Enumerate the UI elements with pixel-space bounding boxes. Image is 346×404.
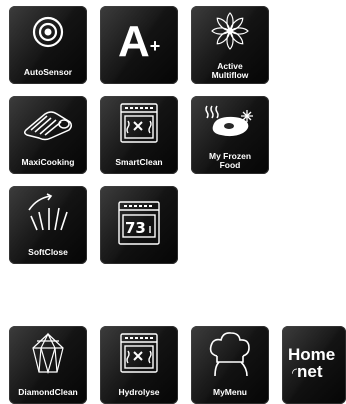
maxicooking-tile: MaxiCooking [9,96,87,174]
feature-label: MaxiCooking [21,157,75,167]
smartclean-tile: SmartClean [100,96,178,174]
energy-class-tile: A+ [100,6,178,84]
feature-label: Active Multiflow [193,62,267,80]
homenet-tile: Home ◜net [282,326,346,404]
feature-label: SoftClose [28,247,68,257]
mymenu-tile: MyMenu [191,326,269,404]
energy-class-letter: A [118,17,150,66]
frozen-food-tile: My Frozen Food [191,96,269,174]
oven-display-icon: 73 [118,201,160,245]
feature-label-line2: Multiflow [211,70,249,80]
diamond-icon [32,332,64,375]
feature-label: AutoSensor [23,67,73,77]
homenet-logo-line2: net [297,362,323,381]
softclose-icon [28,193,68,231]
smartclean-oven-icon [120,103,158,143]
autosensor-icon [32,16,64,48]
feature-label: My Frozen Food [193,152,267,170]
feature-label: DiamondClean [18,387,78,397]
timer-display-value: 73 [125,219,146,237]
feature-label-line2: Food [219,160,241,170]
chef-hat-icon [209,332,250,377]
frozen-food-icon [205,105,253,137]
energy-class-icon: A+ [118,20,160,64]
diamondclean-tile: DiamondClean [9,326,87,404]
feature-label: MyMenu [213,387,247,397]
homenet-logo: Home ◜net [288,346,335,381]
maxicooking-icon [23,111,73,141]
multiflow-fan-icon [211,12,249,50]
timer-display-tile: 73 [100,186,178,264]
feature-label: SmartClean [115,157,163,167]
hydrolyse-oven-icon [120,333,158,373]
active-multiflow-tile: Active Multiflow [191,6,269,84]
autosensor-tile: AutoSensor [9,6,87,84]
hydrolyse-tile: Hydrolyse [100,326,178,404]
feature-label: Hydrolyse [118,387,160,397]
energy-class-plus: + [149,36,161,56]
softclose-tile: SoftClose [9,186,87,264]
